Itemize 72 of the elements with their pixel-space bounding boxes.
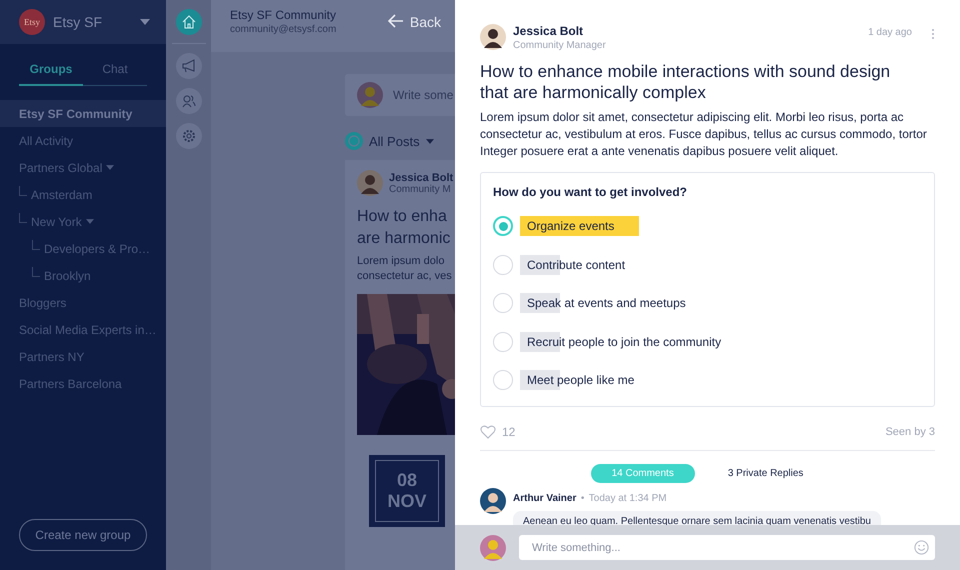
avatar	[357, 82, 383, 108]
post-time: 1 day ago	[868, 27, 912, 38]
home-icon	[182, 15, 196, 29]
poll-question: How do you want to get involved?	[493, 185, 688, 199]
radio-button[interactable]	[493, 370, 513, 390]
sidebar-item[interactable]: All Activity	[0, 127, 166, 154]
author-name: Jessica Bolt	[389, 172, 454, 184]
workspace-logo: Etsy	[19, 9, 45, 35]
date-month: NOV	[387, 491, 426, 512]
more-icon[interactable]	[931, 28, 935, 40]
seen-count: Seen by 3	[885, 426, 935, 438]
megaphone-icon	[182, 59, 196, 73]
radio-button[interactable]	[493, 332, 513, 352]
avatar	[357, 170, 383, 196]
sidebar-item[interactable]: Etsy SF Community	[0, 100, 166, 127]
poll-option[interactable]: Speak at events and meetups	[520, 296, 686, 310]
filter-icon	[345, 132, 363, 150]
post-title: How to enhance mobile interactions with sound design that are harmonically complex	[480, 61, 892, 103]
workspace-name: Etsy SF	[53, 14, 104, 30]
sidebar-item[interactable]: Bloggers	[0, 289, 166, 316]
radio-button[interactable]	[493, 254, 513, 275]
author-role: Community M	[389, 184, 452, 194]
option-highlight	[520, 293, 560, 314]
back-arrow-icon	[388, 14, 404, 28]
community-name: Etsy SF Community	[230, 8, 336, 22]
radio-button[interactable]	[493, 293, 513, 314]
poll-option[interactable]: Organize events	[520, 219, 614, 234]
sidebar-item[interactable]: Partners NY	[0, 343, 166, 370]
create-group-button[interactable]: Create new group	[19, 519, 147, 551]
sidebar-item[interactable]: New York	[0, 208, 166, 235]
sidebar-item[interactable]: Social Media Experts in…	[0, 316, 166, 343]
poll-option[interactable]: Meet people like me	[520, 373, 634, 388]
rail-button[interactable]	[176, 9, 202, 35]
heart-icon[interactable]	[480, 424, 496, 438]
people-icon	[182, 94, 196, 108]
sidebar-item[interactable]: Amsterdam	[0, 181, 166, 208]
sidebar-tab[interactable]: Groups	[19, 56, 83, 86]
comment-input[interactable]: Write something...	[519, 535, 935, 560]
sidebar-tab[interactable]: Chat	[83, 56, 147, 86]
sidebar-item[interactable]: Brooklyn	[0, 262, 166, 289]
rail-button[interactable]	[176, 123, 202, 149]
post-body: Lorem ipsum dolo consectetur ac, ves	[357, 254, 453, 284]
author-role: Community Manager	[513, 40, 606, 51]
rail-button[interactable]	[176, 88, 202, 114]
emoji-icon[interactable]	[914, 540, 929, 555]
settings-icon	[182, 129, 196, 143]
author-name: Jessica Bolt	[513, 24, 584, 38]
avatar	[480, 534, 506, 560]
comments-tab[interactable]: 14 Comments	[590, 464, 695, 482]
post-body: Lorem ipsum dolor sit amet, consectetur adipiscing elit. Morbi leo risus, porta ac consectetur ac, vestibulum at eros. Fusce dapibus, tellus ac cursus commodo, tortor Integer posuere erat a ante venenatis dapibus posuere velit aliquet.	[480, 109, 928, 160]
poll-option[interactable]: Recruit people to join the community	[520, 334, 722, 349]
post-title: How to enha are harmonic	[357, 207, 452, 249]
composer-placeholder[interactable]: Write some	[393, 88, 454, 102]
community-email: community@etsysf.com	[230, 24, 336, 35]
caret-icon[interactable]	[140, 19, 150, 25]
avatar	[480, 488, 506, 514]
commenter-name: Arthur Vainer	[513, 492, 576, 504]
rail-button[interactable]	[176, 53, 202, 79]
sidebar-item[interactable]: Developers & Pro…	[0, 235, 166, 262]
comments-tab[interactable]: 3 Private Replies	[706, 464, 824, 482]
radio-button[interactable]	[493, 216, 513, 236]
poll-option[interactable]: Contribute content	[520, 258, 626, 272]
date-day: 08	[396, 470, 418, 491]
caret-icon[interactable]	[426, 138, 434, 144]
sidebar-item[interactable]: Partners Global	[0, 154, 166, 181]
sidebar-item[interactable]: Partners Barcelona	[0, 370, 166, 397]
avatar	[480, 24, 506, 50]
separator-dot: •	[580, 492, 584, 504]
posts-filter[interactable]: All Posts	[369, 134, 420, 148]
like-count: 12	[502, 424, 516, 438]
back-button[interactable]: Back	[388, 8, 441, 52]
comment-time: Today at 1:34 PM	[588, 492, 667, 504]
